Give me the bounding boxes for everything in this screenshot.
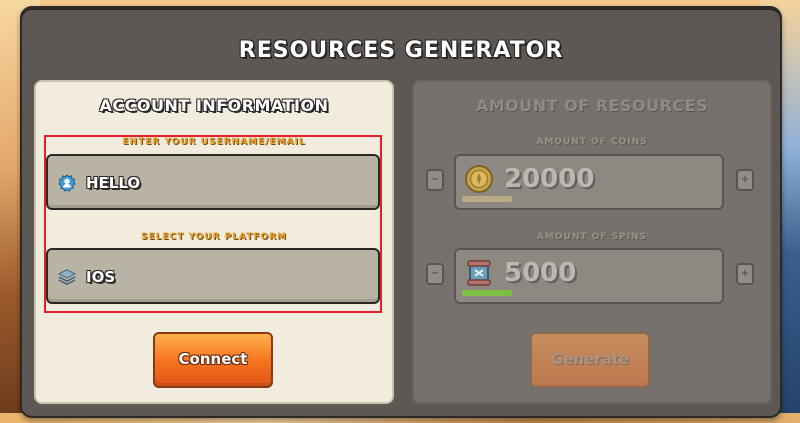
platform-field[interactable]: IOS xyxy=(46,248,380,304)
coin-icon xyxy=(465,165,493,193)
coins-label: AMOUNT OF COINS xyxy=(536,137,648,147)
connect-button[interactable]: Connect xyxy=(153,332,273,388)
username-field[interactable]: HELLO xyxy=(46,154,380,210)
user-gear-icon xyxy=(58,174,76,192)
spins-label: AMOUNT OF SPINS xyxy=(536,232,648,242)
account-title: ACCOUNT INFORMATION xyxy=(99,96,329,115)
spins-decrease-button[interactable]: − xyxy=(426,263,444,285)
resources-card: AMOUNT OF RESOURCES AMOUNT OF COINS − 20… xyxy=(412,80,772,404)
coins-value: 20000 xyxy=(504,164,595,194)
account-card: ACCOUNT INFORMATION ENTER YOUR USERNAME/… xyxy=(34,80,394,404)
coins-field[interactable]: 20000 xyxy=(454,154,724,210)
generate-button[interactable]: Generate xyxy=(530,332,650,388)
layers-icon xyxy=(58,269,76,286)
platform-label: SELECT YOUR PLATFORM xyxy=(140,232,288,242)
spins-progress-bar xyxy=(462,290,512,296)
page-title: RESOURCES GENERATOR xyxy=(238,38,564,63)
username-label: ENTER YOUR USERNAME/EMAIL xyxy=(122,137,306,147)
coins-increase-button[interactable]: + xyxy=(736,169,754,191)
username-value: HELLO xyxy=(86,174,141,192)
coins-decrease-button[interactable]: − xyxy=(426,169,444,191)
spins-field[interactable]: 5000 xyxy=(454,248,724,304)
resources-title: AMOUNT OF RESOURCES xyxy=(475,96,709,115)
generator-panel: RESOURCES GENERATOR ACCOUNT INFORMATION … xyxy=(20,6,782,418)
spin-icon xyxy=(467,260,491,286)
platform-value: IOS xyxy=(86,268,116,286)
spins-value: 5000 xyxy=(504,258,577,288)
spins-increase-button[interactable]: + xyxy=(736,263,754,285)
coins-progress-bar xyxy=(462,196,512,202)
